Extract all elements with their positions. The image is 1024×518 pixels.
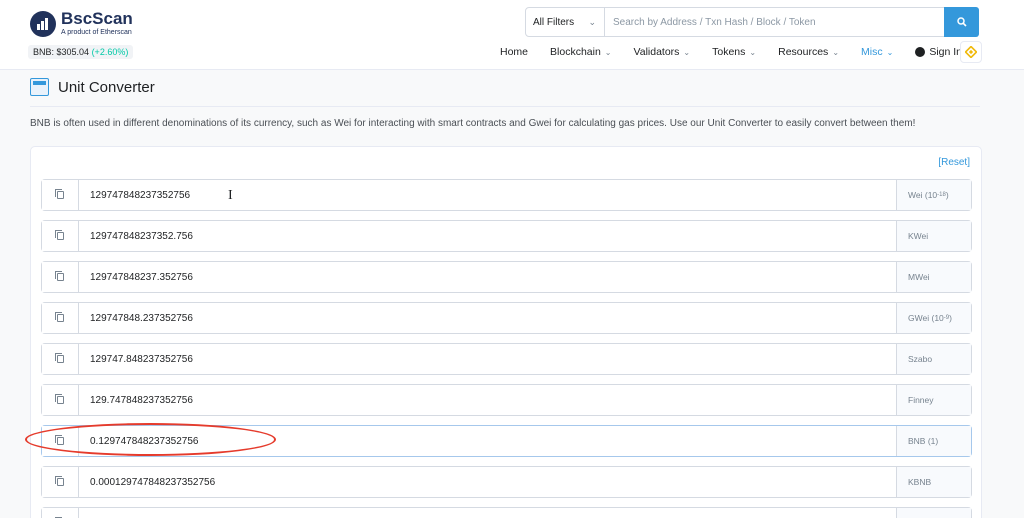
divider (30, 106, 980, 107)
wei-input[interactable] (79, 180, 896, 210)
converter-row-wei: Wei (10-18) (41, 179, 972, 211)
unit-label: Szabo (896, 344, 971, 374)
search-input[interactable] (605, 8, 944, 36)
kwei-input[interactable] (79, 221, 896, 251)
chevron-down-icon: ⌄ (604, 47, 612, 57)
main-nav: Home Blockchain ⌄ Validators ⌄ Tokens ⌄ Res… (500, 46, 984, 58)
header: BscScan A product of Etherscan BNB: $305… (0, 0, 1024, 70)
gwei-input[interactable] (79, 303, 896, 333)
unit-label: Finney (896, 385, 971, 415)
bnb-price-badge: BNB: $305.04 (+2.60%) (28, 45, 134, 59)
nav-resources[interactable]: Resources ⌄ (778, 46, 839, 58)
nav-misc[interactable]: Misc ⌄ (861, 46, 893, 58)
copy-button[interactable] (42, 180, 79, 210)
bnb-price-change: (+2.60%) (91, 47, 129, 57)
bscscan-logo-icon (30, 10, 56, 37)
bnb-price: BNB: $305.04 (33, 47, 90, 57)
copy-button[interactable] (42, 344, 79, 374)
converter-row-kbnb: KBNB (41, 466, 972, 498)
nav-sign-in[interactable]: Sign In (915, 46, 962, 58)
nav-home[interactable]: Home (500, 46, 528, 58)
copy-button[interactable] (42, 385, 79, 415)
mwei-input[interactable] (79, 262, 896, 292)
copy-icon (54, 189, 64, 199)
brand-tagline: A product of Etherscan (61, 29, 132, 36)
user-icon (915, 47, 926, 57)
logo[interactable]: BscScan A product of Etherscan (30, 10, 133, 37)
copy-button[interactable] (42, 303, 79, 333)
chevron-down-icon: ⌄ (886, 47, 894, 57)
nav-misc-label: Misc (861, 46, 883, 58)
copy-button[interactable] (42, 508, 79, 518)
converter-row-next (41, 507, 972, 518)
chevron-down-icon: ⌄ (832, 47, 840, 57)
search-bar: All Filters ⌄ (525, 7, 979, 37)
chevron-down-icon: ⌄ (683, 47, 691, 57)
page-description: BNB is often used in different denominat… (30, 118, 916, 129)
unit-label: GWei (10 -9) (896, 303, 971, 333)
converter-row-szabo: Szabo (41, 343, 972, 375)
unit-label: MWei (896, 262, 971, 292)
sign-in-label: Sign In (929, 46, 963, 58)
copy-icon (54, 230, 64, 240)
text-cursor-icon: I (228, 188, 233, 203)
copy-button[interactable] (42, 221, 79, 251)
finney-input[interactable] (79, 385, 896, 415)
nav-blockchain-label: Blockchain (550, 46, 601, 58)
search-icon (956, 17, 967, 27)
nav-validators[interactable]: Validators ⌄ (634, 46, 691, 58)
page-header: Unit Converter (30, 78, 155, 96)
unit-label (896, 508, 971, 518)
converter-row-mwei: MWei (41, 261, 972, 293)
unit-label: KBNB (896, 467, 971, 497)
search-button[interactable] (944, 7, 979, 37)
szabo-input[interactable] (79, 344, 896, 374)
nav-home-label: Home (500, 46, 529, 58)
nav-tokens-label: Tokens (712, 46, 746, 58)
bnb-network-button[interactable] (960, 41, 982, 63)
nav-validators-label: Validators (633, 46, 680, 58)
copy-icon (54, 312, 64, 322)
converter-row-finney: Finney (41, 384, 972, 416)
converter-row-gwei: GWei (10-9) (41, 302, 972, 334)
chevron-down-icon: ⌄ (588, 17, 596, 27)
unit-label: KWei (896, 221, 971, 251)
page-title: Unit Converter (58, 78, 155, 96)
converter-card: [Reset] Wei (10-18) KWei MWei GWei (10-9… (30, 146, 982, 518)
nav-resources-label: Resources (778, 46, 829, 58)
search-filter-label: All Filters (533, 16, 575, 28)
nav-tokens[interactable]: Tokens ⌄ (712, 46, 756, 58)
bnb-icon (965, 46, 977, 58)
unit-label: BNB (1) (896, 426, 971, 456)
copy-icon (54, 353, 64, 363)
brand-name: BscScan (61, 9, 133, 28)
copy-icon (54, 271, 64, 281)
copy-button[interactable] (42, 262, 79, 292)
reset-link[interactable]: [Reset] (938, 157, 970, 168)
chevron-down-icon: ⌄ (749, 47, 757, 57)
copy-button[interactable] (42, 467, 79, 497)
copy-icon (54, 476, 64, 486)
highlight-annotation (25, 423, 276, 456)
copy-icon (54, 394, 64, 404)
converter-row-kwei: KWei (41, 220, 972, 252)
nav-blockchain[interactable]: Blockchain ⌄ (550, 46, 611, 58)
calculator-icon (30, 78, 49, 96)
kbnb-input[interactable] (79, 467, 896, 497)
search-filter-select[interactable]: All Filters ⌄ (526, 8, 605, 36)
unit-label: Wei (10 -18) (896, 180, 971, 210)
